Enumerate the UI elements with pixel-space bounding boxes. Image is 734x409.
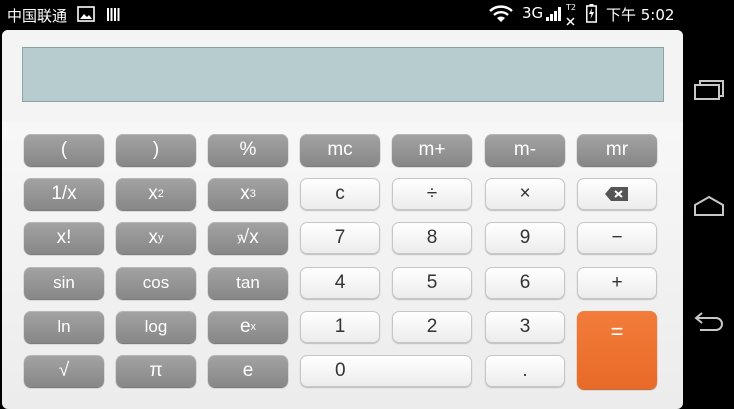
digit-4-button[interactable]: 4 [300,267,380,299]
clock: 下午 5:02 [606,6,675,24]
back-icon [694,312,723,331]
square-exponent: 2 [157,188,164,200]
factorial-button[interactable]: x! [24,222,104,254]
pi-button[interactable]: π [116,355,196,387]
power-button[interactable]: xy [116,222,196,254]
clear-button[interactable]: c [300,178,380,210]
sim-label: T2 [566,3,576,12]
exp-button[interactable]: ex [208,311,288,343]
digit-7-button[interactable]: 7 [300,222,380,254]
home-icon [694,195,724,216]
digit-0-button[interactable]: 0 [300,355,472,387]
square-base: x [148,183,158,204]
cell-signal-icon [545,6,563,27]
display-area [2,30,683,122]
right-paren-button[interactable]: ) [116,134,196,166]
back-button[interactable] [689,300,729,340]
battery-icon [586,4,597,28]
network-type: 3G [522,4,544,22]
backspace-icon [605,187,628,201]
decimal-point-button[interactable]: . [485,355,565,387]
signal-bars-icon [106,6,120,27]
memory-recall-button[interactable]: mr [577,134,657,166]
cos-button[interactable]: cos [116,267,196,299]
root-sign: √ [238,227,250,248]
digit-8-button[interactable]: 8 [392,222,472,254]
digit-1-button[interactable]: 1 [300,311,380,343]
log-button[interactable]: log [116,311,196,343]
left-paren-button[interactable]: ( [24,134,104,166]
memory-subtract-button[interactable]: m- [485,134,565,166]
multiply-button[interactable]: × [485,178,565,210]
power-base: x [148,227,159,248]
cube-button[interactable]: x3 [208,178,288,210]
reciprocal-button[interactable]: 1/x [24,178,104,210]
sin-button[interactable]: sin [24,267,104,299]
gallery-icon [77,6,95,27]
no-signal-icon [566,13,575,31]
plus-button[interactable]: + [577,267,657,299]
digit-2-button[interactable]: 2 [392,311,472,343]
recent-apps-button[interactable] [689,70,729,110]
square-button[interactable]: x2 [116,178,196,210]
memory-clear-button[interactable]: mc [300,134,380,166]
exp-base: e [239,316,251,337]
digit-6-button[interactable]: 6 [485,267,565,299]
root-base: x [249,227,259,248]
home-button[interactable] [689,186,729,226]
digit-5-button[interactable]: 5 [392,267,472,299]
equals-button[interactable]: = [577,311,657,389]
result-display [22,47,664,102]
calculator: ( ) % mc m+ m- mr 1/x x2 x3 c ÷ × x! xy … [2,30,683,409]
exp-exponent: x [250,321,257,333]
e-constant-button[interactable]: e [208,355,288,387]
ln-button[interactable]: ln [24,311,104,343]
minus-button[interactable]: − [577,222,657,254]
cube-base: x [240,183,250,204]
cube-exponent: 3 [249,188,256,200]
memory-add-button[interactable]: m+ [392,134,472,166]
tan-button[interactable]: tan [208,267,288,299]
backspace-button[interactable] [577,178,657,210]
percent-button[interactable]: % [208,134,288,166]
square-root-button[interactable]: √ [24,355,104,387]
digit-3-button[interactable]: 3 [485,311,565,343]
navigation-bar [684,28,734,409]
wifi-icon [488,5,514,28]
status-bar: 中国联通 3G T2 下午 5:02 [0,0,734,28]
power-exponent: y [158,232,164,244]
carrier-name: 中国联通 [7,7,68,25]
recent-apps-icon [694,80,724,100]
nth-root-button[interactable]: y √ x [208,222,288,254]
divide-button[interactable]: ÷ [392,178,472,210]
digit-9-button[interactable]: 9 [485,222,565,254]
